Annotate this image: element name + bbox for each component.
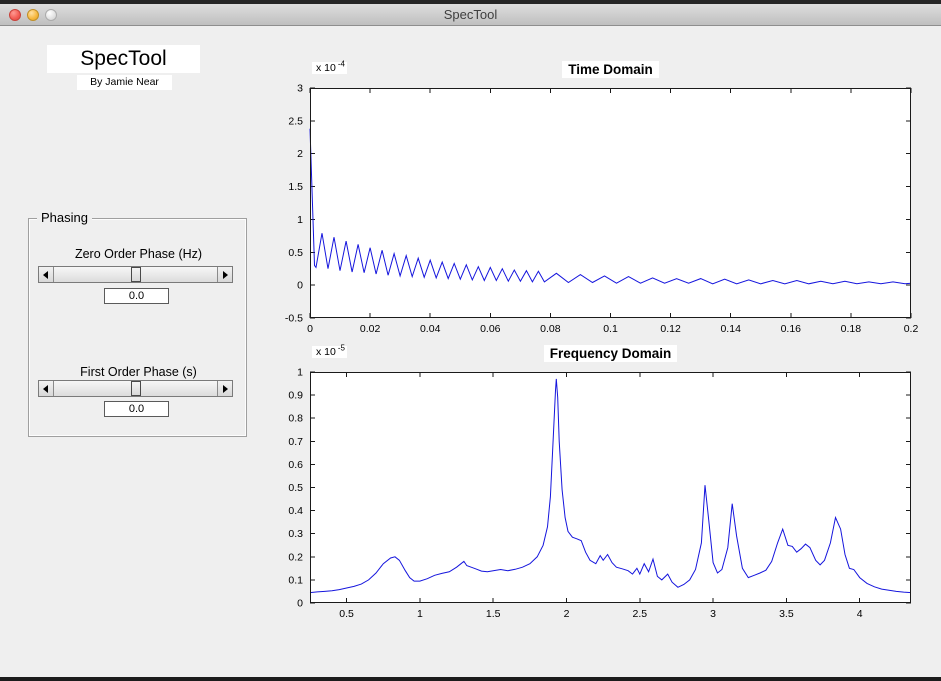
frequency-domain-exponent-label: x 10 -5 — [312, 343, 347, 358]
x-tick-label: 0.08 — [540, 323, 561, 335]
background-window-strip-bottom — [0, 677, 941, 681]
frequency-domain-title: Frequency Domain — [310, 345, 911, 362]
frequency-domain-plot: 0.5 1 1.5 2 2.5 3 3.5 4 0 0.1 0.2 0.3 0.4 0.5 0.6 0.7 0.… — [288, 367, 912, 620]
x-tick-label: 1.5 — [486, 608, 501, 620]
x-tick-label: 0 — [307, 323, 313, 335]
first-order-phase-label: First Order Phase (s) — [80, 365, 197, 379]
window-title: SpecTool — [443, 7, 498, 22]
time-domain-exponent-label: x 10 -4 — [312, 59, 347, 74]
y-tick-label: 2 — [297, 148, 303, 160]
zero-order-phase-label: Zero Order Phase (Hz) — [74, 247, 203, 261]
left-arrow-icon — [43, 271, 48, 279]
figure-canvas: SpecTool By Jamie Near Phasing Zero Orde… — [0, 26, 941, 677]
slider-left-arrow-button[interactable] — [39, 267, 54, 282]
y-tick-label: 0.3 — [288, 528, 303, 540]
y-tick-label: 0.1 — [288, 574, 303, 586]
x-tick-label: 0.12 — [660, 323, 681, 335]
x-tick-label: 0.04 — [420, 323, 441, 335]
byline-label: By Jamie Near — [77, 75, 172, 90]
y-tick-label: 0.5 — [288, 247, 303, 259]
x-tick-label: 4 — [857, 608, 863, 620]
y-tick-label: 1 — [297, 367, 303, 379]
x-tick-label: 0.02 — [360, 323, 381, 335]
slider-right-arrow-button[interactable] — [217, 267, 232, 282]
first-order-phase-value-field[interactable] — [104, 401, 169, 417]
y-tick-label: 1.5 — [288, 181, 303, 193]
app-title-label: SpecTool — [47, 45, 200, 73]
y-tick-label: 0.7 — [288, 436, 303, 448]
x-tick-label: 0.18 — [841, 323, 862, 335]
x-tick-label: 0.16 — [781, 323, 802, 335]
zero-order-phase-slider[interactable] — [38, 266, 233, 283]
right-arrow-icon — [223, 385, 228, 393]
y-tick-label: 0.9 — [288, 390, 303, 402]
y-tick-label: 1 — [297, 214, 303, 226]
x-tick-label: 2 — [564, 608, 570, 620]
x-tick-label: 0.06 — [480, 323, 501, 335]
phasing-panel: Phasing Zero Order Phase (Hz) First Orde… — [28, 210, 247, 437]
y-tick-label: 2.5 — [288, 115, 303, 127]
x-tick-label: 2.5 — [632, 608, 647, 620]
right-arrow-icon — [223, 271, 228, 279]
window-titlebar[interactable]: SpecTool — [0, 4, 941, 26]
slider-left-arrow-button[interactable] — [39, 381, 54, 396]
time-domain-plot: 0 0.02 0.04 0.06 0.08 0.1 0.12 0.14 0.16 0.18 0.2 -… — [285, 83, 919, 336]
x-tick-label: 0.2 — [904, 323, 919, 335]
x-tick-label: 1 — [417, 608, 423, 620]
axes-background — [310, 88, 911, 318]
x-tick-label: 0.14 — [720, 323, 741, 335]
zero-order-phase-value-field[interactable] — [104, 288, 169, 304]
y-tick-label: 0 — [297, 280, 303, 292]
y-tick-label: 0.5 — [288, 482, 303, 494]
left-arrow-icon — [43, 385, 48, 393]
slider-right-arrow-button[interactable] — [217, 381, 232, 396]
y-tick-label: 0.4 — [288, 505, 303, 517]
spectool-window: SpecTool SpecTool By Jamie Near Phasing … — [0, 0, 941, 681]
y-tick-label: 3 — [297, 83, 303, 95]
y-tick-label: 0.2 — [288, 551, 303, 563]
x-tick-label: 0.5 — [339, 608, 354, 620]
slider-thumb[interactable] — [130, 381, 141, 396]
y-tick-label: 0.8 — [288, 413, 303, 425]
first-order-phase-slider[interactable] — [38, 380, 233, 397]
x-tick-label: 3 — [710, 608, 716, 620]
time-domain-title: Time Domain — [310, 61, 911, 78]
y-tick-label: 0 — [297, 598, 303, 610]
slider-thumb[interactable] — [130, 267, 141, 282]
y-tick-label: -0.5 — [285, 313, 303, 325]
x-tick-label: 0.1 — [603, 323, 618, 335]
y-tick-label: 0.6 — [288, 459, 303, 471]
phasing-panel-title: Phasing — [37, 210, 92, 225]
x-tick-label: 3.5 — [779, 608, 794, 620]
axes-background — [310, 372, 911, 603]
